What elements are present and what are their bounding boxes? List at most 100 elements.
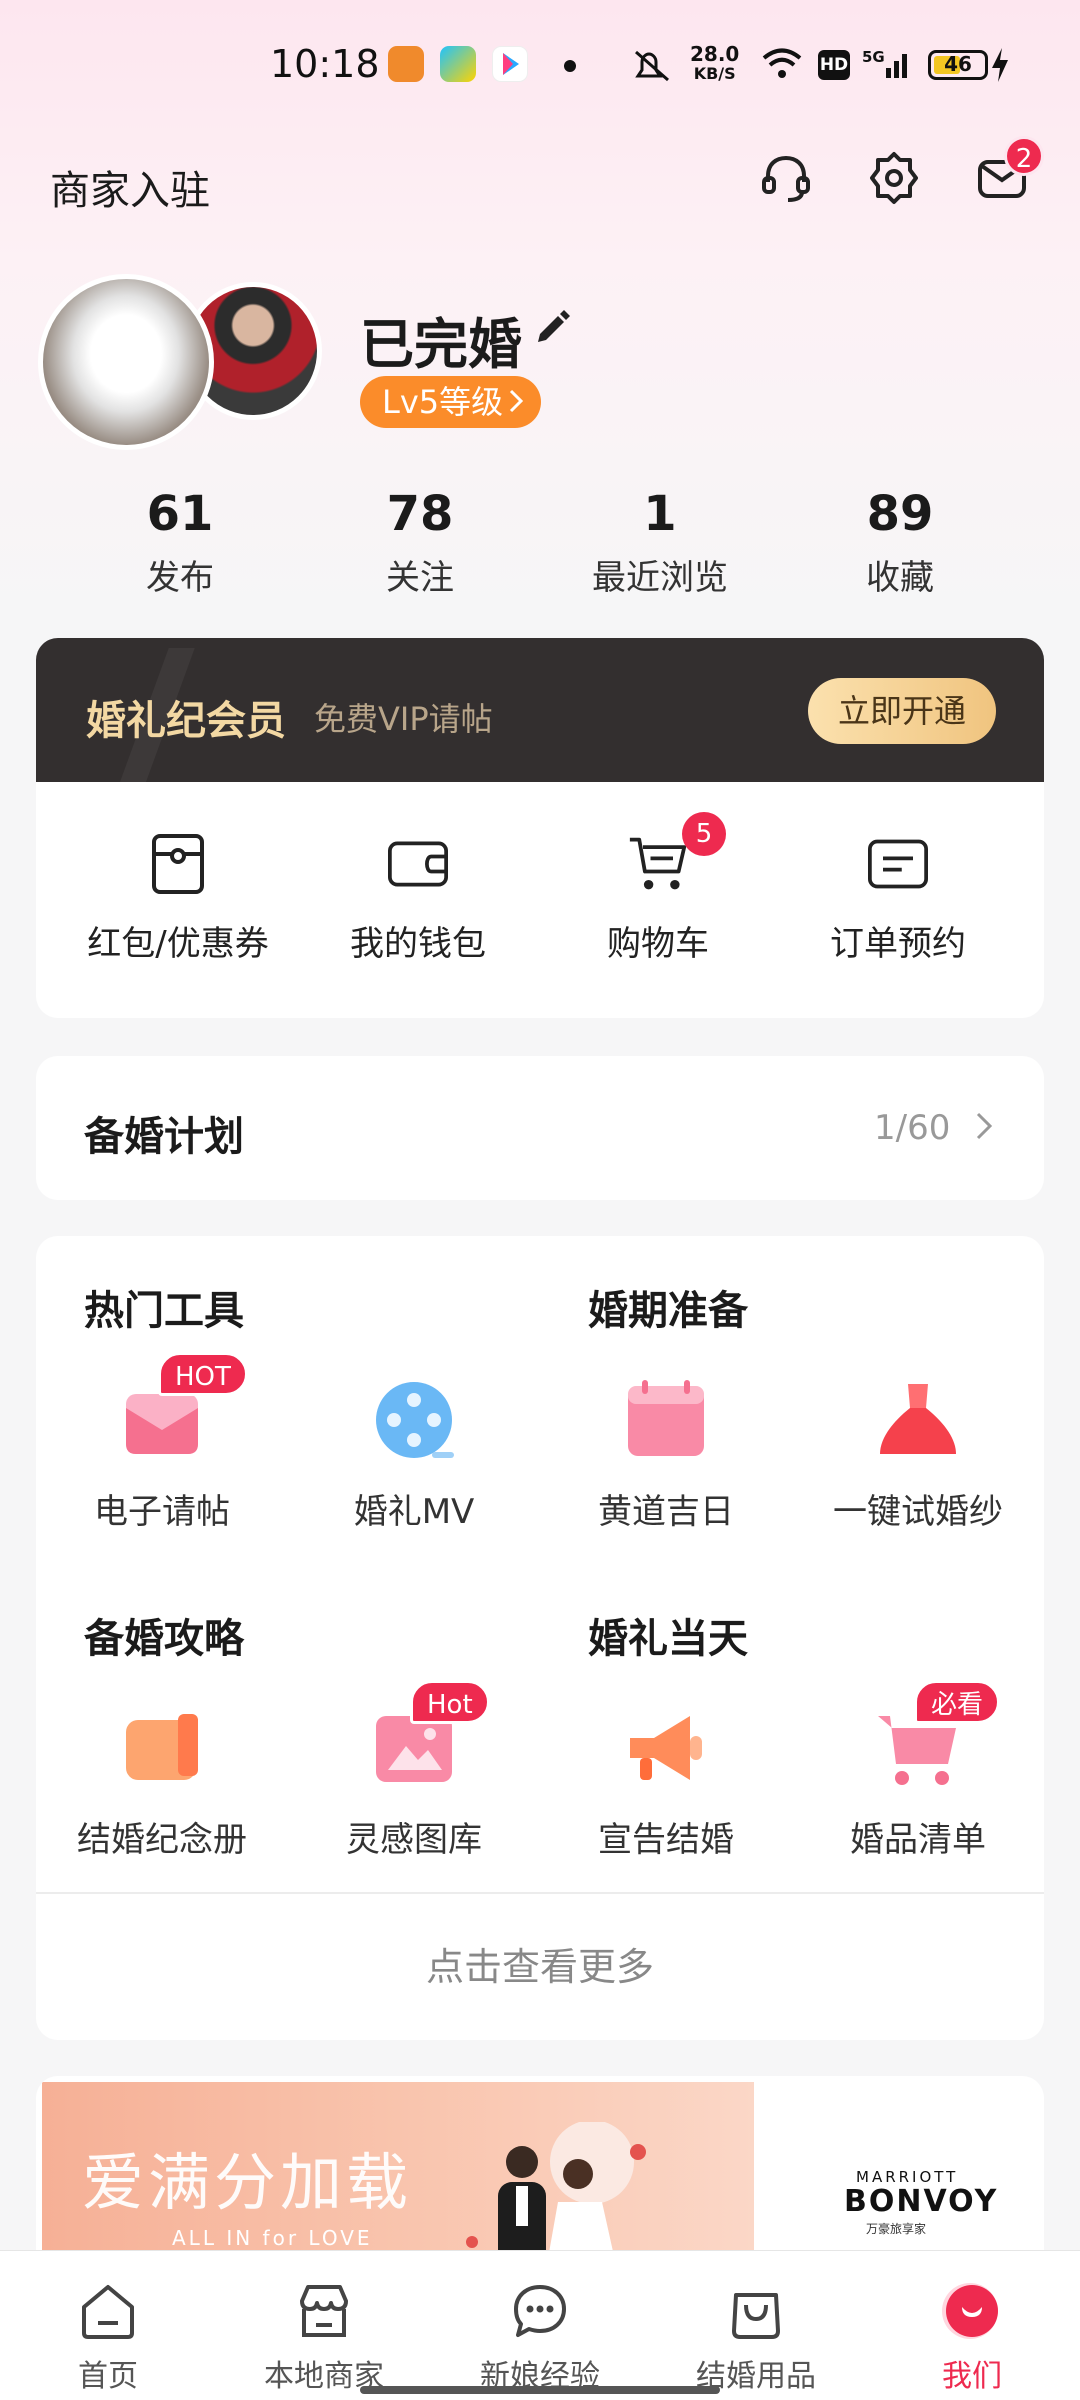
tool-wedding-album[interactable]: 结婚纪念册 — [36, 1706, 288, 1861]
vip-title: 婚礼纪会员 — [86, 698, 286, 744]
tool-label: 黄道吉日 — [598, 1492, 734, 1532]
edit-pencil-icon[interactable] — [530, 306, 574, 354]
tools-card: 热门工具 婚期准备 HOT 电子请帖 婚礼MV 黄道吉日 一键试婚纱 备婚攻略 … — [36, 1236, 1044, 2040]
chevron-right-icon — [972, 1108, 996, 1148]
coupon-icon — [148, 834, 208, 894]
divider — [36, 1892, 1044, 1894]
stat-value: 61 — [146, 486, 214, 542]
tool-e-invitation[interactable]: HOT 电子请帖 — [36, 1352, 288, 1533]
hot-badge: Hot — [410, 1680, 490, 1724]
order-shortcut[interactable]: 订单预约 — [778, 782, 1018, 1018]
profile-stats: 61 发布 78 关注 1 最近浏览 89 收藏 — [60, 486, 1020, 599]
nav-us[interactable]: 我们 — [864, 2251, 1080, 2400]
avatar-bride[interactable] — [38, 274, 214, 450]
net-speed-unit: KB/S — [693, 64, 736, 83]
tool-label: 婚品清单 — [850, 1820, 986, 1860]
nav-local-merchants[interactable]: 本地商家 — [216, 2251, 432, 2400]
shopping-cart-icon: 必看 — [876, 1680, 1001, 1790]
cart-count-badge: 5 — [682, 812, 726, 856]
nav-wedding-supplies[interactable]: 结婚用品 — [648, 2251, 864, 2400]
merchant-join-link[interactable]: 商家入驻 — [50, 158, 210, 216]
video-app-icon — [440, 46, 476, 82]
vip-subtitle: 免费VIP请帖 — [314, 700, 493, 738]
nickname[interactable]: 已完婚 — [360, 300, 522, 379]
tool-auspicious-date[interactable]: 黄道吉日 — [540, 1378, 792, 1533]
stat-value: 1 — [643, 486, 677, 542]
section-title-date-prep: 婚期准备 — [588, 1288, 748, 1334]
tool-wedding-mv[interactable]: 婚礼MV — [288, 1378, 540, 1533]
nav-home[interactable]: 首页 — [0, 2251, 216, 2400]
home-indicator — [360, 2386, 720, 2394]
chevron-right-icon — [507, 376, 525, 428]
wedding-dress-icon — [876, 1378, 960, 1462]
coupon-shortcut[interactable]: 红包/优惠券 — [58, 782, 298, 1018]
stat-label: 发布 — [146, 558, 214, 598]
status-time: 10:18 — [270, 42, 380, 86]
view-more-link[interactable]: 点击查看更多 — [36, 1936, 1044, 1991]
must-see-badge: 必看 — [914, 1680, 1001, 1724]
stat-favorites[interactable]: 89 收藏 — [780, 486, 1020, 599]
tool-label: 宣告结婚 — [598, 1820, 734, 1860]
brand-subtitle: 万豪旅享家 — [866, 2222, 927, 2236]
section-title-guide: 备婚攻略 — [84, 1616, 244, 1662]
stat-value: 89 — [866, 486, 934, 542]
invitation-icon: HOT — [120, 1352, 248, 1462]
banner-title: 爱满分加载 — [82, 2146, 413, 2219]
vip-membership-card[interactable]: 婚礼纪会员 免费VIP请帖 立即开通 — [36, 638, 1044, 782]
net-speed-value: 28.0 — [690, 42, 740, 66]
hot-badge: HOT — [158, 1352, 248, 1396]
net-speed: 28.0 KB/S — [690, 44, 739, 84]
level-badge[interactable]: Lv5等级 — [360, 376, 542, 428]
shopping-bag-icon — [724, 2279, 788, 2343]
wallet-label: 订单预约 — [830, 924, 966, 964]
stat-value: 78 — [386, 486, 454, 542]
section-title-hot-tools: 热门工具 — [84, 1288, 244, 1334]
cart-shortcut[interactable]: 5 购物车 — [538, 782, 778, 1018]
stat-label: 关注 — [386, 558, 454, 598]
battery-icon: 46 — [928, 50, 988, 80]
stat-recent-views[interactable]: 1 最近浏览 — [540, 486, 780, 599]
nav-label: 首页 — [78, 2359, 138, 2394]
message-badge: 2 — [1004, 136, 1044, 176]
plan-progress: 1/60 — [874, 1108, 951, 1148]
vip-activate-button[interactable]: 立即开通 — [808, 678, 996, 744]
stat-posts[interactable]: 61 发布 — [60, 486, 300, 599]
wallet-label: 红包/优惠券 — [87, 924, 269, 964]
wifi-icon — [760, 46, 804, 86]
banner-subtitle: ALL IN for LOVE — [172, 2226, 373, 2250]
store-icon — [292, 2279, 356, 2343]
level-label: Lv5等级 — [382, 383, 504, 421]
order-icon — [868, 834, 928, 894]
tool-announce-marriage[interactable]: 宣告结婚 — [540, 1706, 792, 1861]
tool-wedding-checklist[interactable]: 必看 婚品清单 — [792, 1680, 1044, 1861]
wallet-label: 购物车 — [607, 924, 709, 964]
nav-bride-experience[interactable]: 新娘经验 — [432, 2251, 648, 2400]
bottom-nav: 首页 本地商家 新娘经验 结婚用品 我们 — [0, 2250, 1080, 2400]
status-bar: 10:18 28.0 KB/S HD 5G 46 — [0, 0, 1080, 130]
tool-try-wedding-dress[interactable]: 一键试婚纱 — [792, 1378, 1044, 1533]
wallet-icon — [388, 834, 448, 894]
wedding-plan-card[interactable]: 备婚计划 1/60 — [36, 1056, 1044, 1200]
plan-title: 备婚计划 — [84, 1114, 244, 1160]
home-icon — [76, 2279, 140, 2343]
brand-name: BONVOY — [844, 2184, 999, 2219]
stat-following[interactable]: 78 关注 — [300, 486, 540, 599]
wallet-shortcut[interactable]: 我的钱包 — [298, 782, 538, 1018]
promo-banner[interactable]: 爱满分加载 ALL IN for LOVE MARRIOTT BONVOY 万豪… — [36, 2076, 1044, 2276]
battery-level: 46 — [944, 52, 972, 76]
wallet-label: 我的钱包 — [350, 924, 486, 964]
tool-label: 一键试婚纱 — [833, 1492, 1003, 1532]
notification-dot-icon — [564, 60, 576, 72]
customer-service-icon[interactable] — [756, 148, 816, 208]
uc-browser-icon — [388, 46, 424, 82]
tool-inspiration-gallery[interactable]: Hot 灵感图库 — [288, 1680, 540, 1861]
stat-label: 最近浏览 — [592, 558, 728, 598]
wallet-shortcuts: 红包/优惠券 我的钱包 5 购物车 订单预约 — [36, 782, 1044, 1018]
film-reel-icon — [372, 1378, 456, 1462]
charging-icon — [990, 48, 1010, 86]
stat-label: 收藏 — [866, 558, 934, 598]
nav-label: 我们 — [942, 2359, 1002, 2394]
tool-label: 灵感图库 — [346, 1820, 482, 1860]
calendar-icon — [624, 1378, 708, 1462]
settings-gear-icon[interactable] — [864, 148, 924, 208]
